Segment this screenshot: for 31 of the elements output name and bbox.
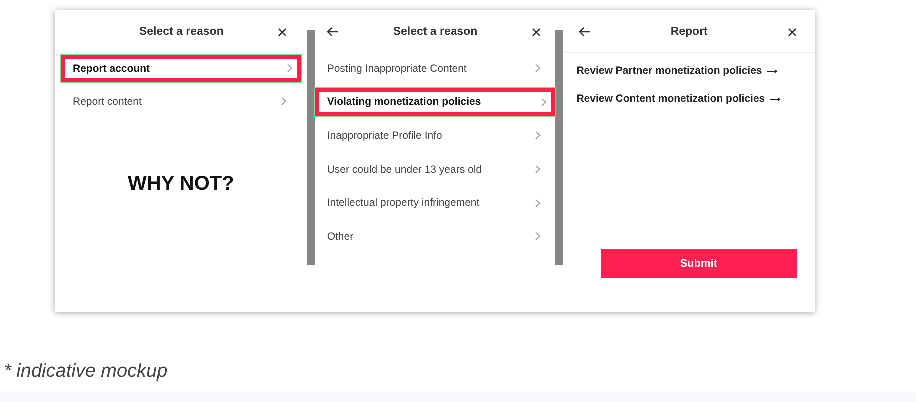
chevron-icon — [534, 198, 541, 208]
panel-title: Select a reason — [139, 26, 224, 38]
chevron-icon — [281, 97, 288, 106]
back-arrow-icon[interactable] — [578, 27, 591, 37]
chevron-icon — [534, 165, 541, 174]
reason-item[interactable]: Other — [321, 222, 549, 251]
caption: * indicative mockup — [4, 361, 168, 383]
chevron-icon — [534, 131, 541, 140]
chevron-icon — [534, 232, 541, 242]
reason-item[interactable]: Inappropriate Profile Info — [321, 122, 549, 150]
chevron-icon — [287, 64, 294, 73]
reason-item[interactable]: User could be under 13 years old — [321, 156, 549, 184]
close-icon[interactable] — [532, 28, 541, 36]
policy-link[interactable]: Review Partner monetization policies — [576, 65, 801, 77]
panel-title: Select a reason — [393, 26, 478, 38]
arrow-icon — [770, 96, 782, 102]
reason-item[interactable]: Posting Inappropriate Content — [321, 54, 549, 83]
close-icon[interactable] — [278, 28, 288, 36]
close-icon[interactable] — [788, 28, 797, 36]
chevron-icon — [540, 98, 547, 107]
arrow-icon — [767, 68, 778, 74]
reason-item[interactable]: Report content — [67, 88, 296, 115]
submit-button[interactable]: Submit — [600, 249, 797, 278]
chevron-icon — [534, 64, 541, 74]
back-arrow-icon[interactable] — [327, 27, 340, 37]
reason-item[interactable]: Report account — [61, 55, 302, 82]
reason-item[interactable]: Violating monetization policies — [315, 88, 555, 116]
panel-title: Report — [670, 26, 708, 38]
overlay-text: WHY NOT? — [127, 173, 236, 196]
policy-link[interactable]: Review Content monetization policies — [576, 93, 801, 105]
reason-item[interactable]: Intellectual property infringement — [321, 189, 549, 218]
